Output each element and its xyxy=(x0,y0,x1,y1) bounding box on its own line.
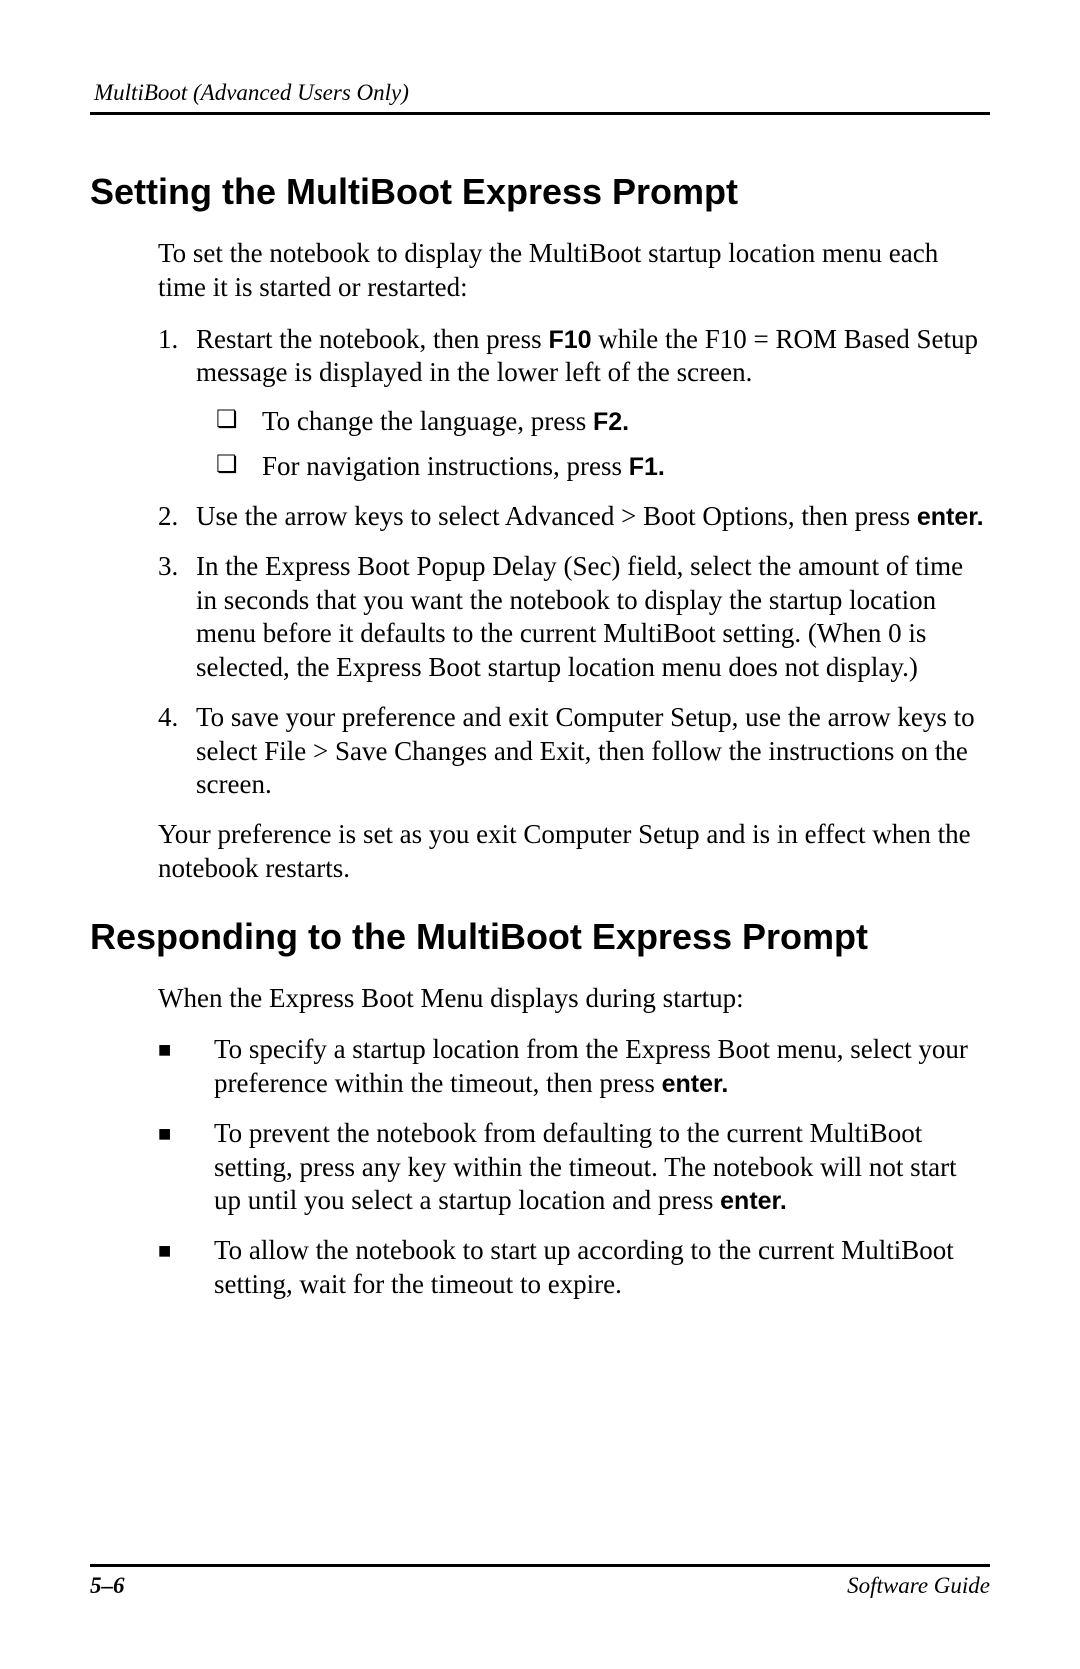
section-heading-1: Setting the MultiBoot Express Prompt xyxy=(90,171,990,213)
section2-bullets: To specify a startup location from the E… xyxy=(158,1033,990,1301)
step-number: 4. xyxy=(158,701,178,735)
step-4: 4. To save your preference and exit Comp… xyxy=(158,701,990,802)
header-rule xyxy=(90,112,990,115)
section1-steps: 1. Restart the notebook, then press F10 … xyxy=(158,323,990,803)
section1-closing: Your preference is set as you exit Compu… xyxy=(158,818,990,886)
bullet-text: To allow the notebook to start up accord… xyxy=(214,1235,954,1299)
step-text: Restart the notebook, then press xyxy=(196,324,548,354)
key-f10: F10 xyxy=(548,326,591,354)
guide-label: Software Guide xyxy=(847,1573,990,1599)
sub-text: For navigation instructions, press xyxy=(262,451,629,481)
step-1: 1. Restart the notebook, then press F10 … xyxy=(158,323,990,485)
key-f2: F2. xyxy=(593,408,629,436)
section1-intro: To set the notebook to display the Multi… xyxy=(158,237,990,305)
step-2: 2. Use the arrow keys to select Advanced… xyxy=(158,500,990,534)
step-3: 3. In the Express Boot Popup Delay (Sec)… xyxy=(158,550,990,685)
page-footer: 5–6 Software Guide xyxy=(90,1564,990,1599)
bullet-item: To specify a startup location from the E… xyxy=(158,1033,990,1101)
step-number: 1. xyxy=(158,323,178,357)
bullet-item: To prevent the notebook from defaulting … xyxy=(158,1117,990,1218)
page-number: 5–6 xyxy=(90,1573,125,1599)
sub-text: To change the language, press xyxy=(262,406,593,436)
step-text: To save your preference and exit Compute… xyxy=(196,702,975,800)
sub-item: To change the language, press F2. xyxy=(216,404,990,439)
step-number: 2. xyxy=(158,500,178,534)
key-enter: enter. xyxy=(662,1070,729,1098)
running-header: MultiBoot (Advanced Users Only) xyxy=(90,80,990,106)
step-text: In the Express Boot Popup Delay (Sec) fi… xyxy=(196,551,963,682)
section2-intro: When the Express Boot Menu displays duri… xyxy=(158,982,990,1016)
key-enter: enter. xyxy=(917,503,984,531)
key-enter: enter. xyxy=(720,1187,787,1215)
bullet-text: To specify a startup location from the E… xyxy=(214,1034,968,1098)
step1-sublist: To change the language, press F2. For na… xyxy=(216,404,990,484)
step-text: Use the arrow keys to select Advanced > … xyxy=(196,501,917,531)
step-number: 3. xyxy=(158,550,178,584)
key-f1: F1. xyxy=(629,453,665,481)
bullet-item: To allow the notebook to start up accord… xyxy=(158,1234,990,1302)
bullet-text: To prevent the notebook from defaulting … xyxy=(214,1118,957,1216)
sub-item: For navigation instructions, press F1. xyxy=(216,449,990,484)
footer-rule xyxy=(90,1564,990,1567)
section-heading-2: Responding to the MultiBoot Express Prom… xyxy=(90,916,990,958)
